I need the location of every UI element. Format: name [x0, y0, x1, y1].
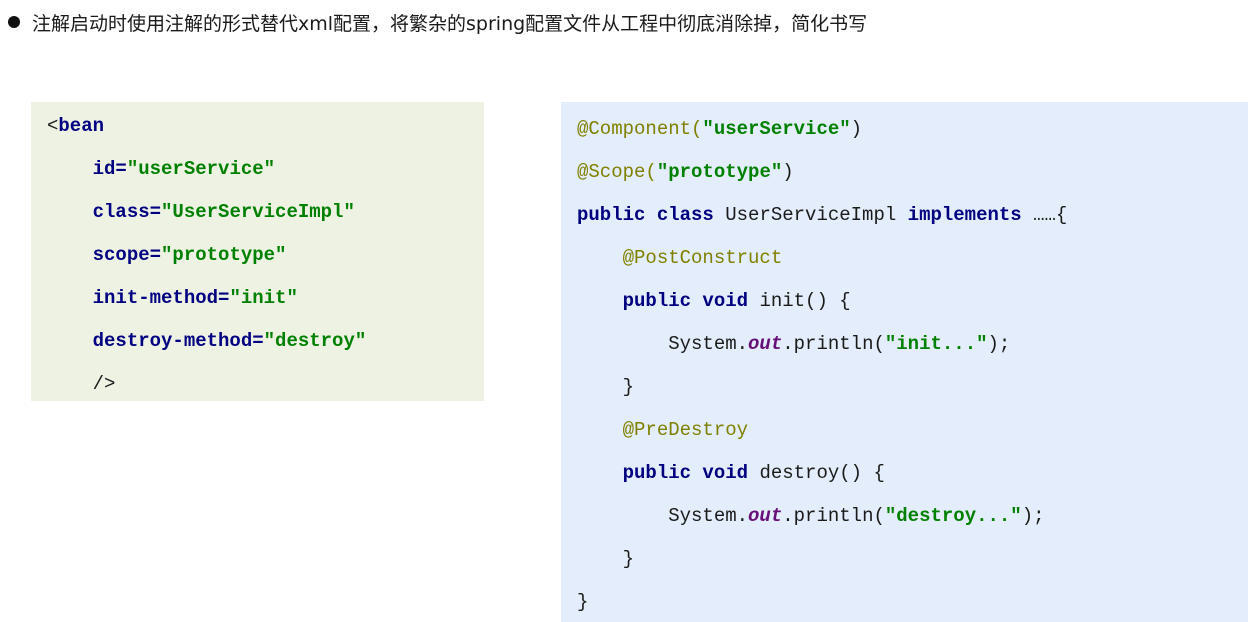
- code-token: init() {: [759, 290, 851, 312]
- code-token: scope=: [92, 244, 162, 266]
- code-line: @PreDestroy: [577, 417, 748, 443]
- code-token: out: [748, 505, 783, 527]
- code-token: class=: [92, 201, 162, 223]
- code-token: .println(: [782, 333, 885, 355]
- code-line: destroy-method="destroy": [47, 328, 367, 354]
- code-token: public void: [622, 462, 760, 484]
- code-token: "prototype": [656, 161, 783, 183]
- code-token: />: [47, 373, 116, 395]
- code-token: ……{: [1021, 204, 1068, 226]
- code-token: public void: [622, 290, 760, 312]
- code-line: public class UserServiceImpl implements …: [577, 202, 1067, 228]
- code-line: scope="prototype": [47, 242, 287, 268]
- code-line: }: [577, 374, 634, 400]
- code-token: }: [577, 591, 589, 613]
- header-bullet-line: 注解启动时使用注解的形式替代xml配置，将繁杂的spring配置文件从工程中彻底…: [8, 6, 867, 38]
- code-token: "destroy": [263, 330, 367, 352]
- code-token: "userService": [702, 118, 851, 140]
- code-token: destroy() {: [759, 462, 885, 484]
- code-token: ): [850, 118, 863, 140]
- code-token: );: [1021, 505, 1045, 527]
- code-token: System.: [577, 333, 749, 355]
- code-token: @Scope(: [577, 161, 657, 183]
- code-token: init-method=: [92, 287, 230, 309]
- code-token: ): [782, 161, 794, 183]
- code-line: id="userService": [47, 156, 275, 182]
- header-text: 注解启动时使用注解的形式替代xml配置，将繁杂的spring配置文件从工程中彻底…: [32, 12, 868, 35]
- code-line: }: [577, 546, 634, 572]
- code-token: bean: [58, 115, 105, 137]
- code-token: @PostConstruct: [622, 247, 783, 269]
- xml-config-panel: <bean id="userService" class="UserServic…: [31, 102, 484, 401]
- code-token: id=: [92, 158, 127, 180]
- code-line: }: [577, 589, 588, 615]
- code-token: "init": [229, 287, 298, 309]
- code-token: out: [748, 333, 783, 355]
- bullet-dot-icon: [8, 16, 20, 28]
- code-token: destroy-method=: [92, 330, 264, 352]
- code-line: public void destroy() {: [577, 460, 885, 486]
- code-token: System.: [577, 505, 749, 527]
- code-token: @Component(: [577, 118, 703, 140]
- code-token: .println(: [782, 505, 885, 527]
- code-line: class="UserServiceImpl": [47, 199, 355, 225]
- code-line: @Scope("prototype"): [577, 159, 794, 185]
- code-line: public void init() {: [577, 288, 851, 314]
- code-line: <bean: [47, 113, 104, 139]
- code-line: init-method="init": [47, 285, 298, 311]
- code-token: <: [47, 115, 59, 137]
- code-line: @Component("userService"): [577, 116, 862, 142]
- code-token: "init...": [884, 333, 988, 355]
- code-line: System.out.println("init...");: [577, 331, 1010, 357]
- code-line: System.out.println("destroy...");: [577, 503, 1045, 529]
- code-token: UserServiceImpl: [725, 204, 908, 226]
- code-token: }: [577, 548, 635, 570]
- code-token: "destroy...": [884, 505, 1022, 527]
- code-token: public class: [577, 204, 726, 226]
- code-token: }: [577, 376, 635, 398]
- code-line: @PostConstruct: [577, 245, 783, 271]
- java-annotation-panel: @Component("userService") @Scope("prototy…: [561, 102, 1248, 622]
- code-token: implements: [907, 204, 1022, 226]
- code-token: "userService": [126, 158, 276, 180]
- code-token: @PreDestroy: [622, 419, 749, 441]
- code-line: />: [47, 371, 116, 397]
- code-token: );: [987, 333, 1011, 355]
- code-token: "prototype": [161, 244, 287, 266]
- code-token: "UserServiceImpl": [161, 201, 355, 223]
